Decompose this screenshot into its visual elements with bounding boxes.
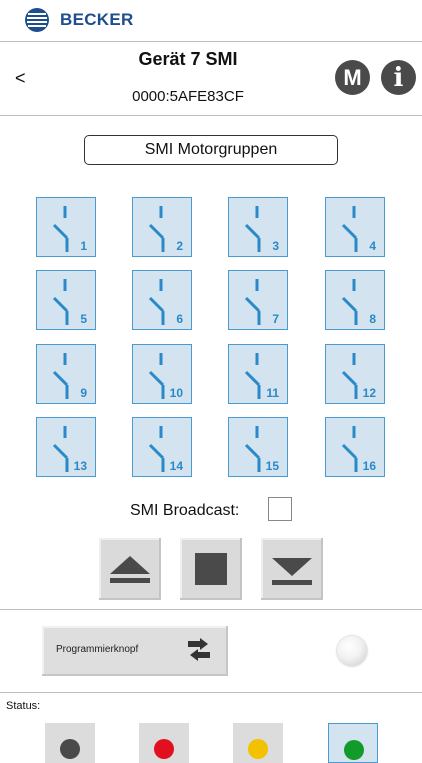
stop-square-icon (195, 553, 227, 585)
device-title: Gerät 7 SMI (138, 49, 238, 69)
switch-open-icon (148, 206, 165, 252)
status-button-green[interactable] (328, 723, 378, 763)
channel-button-5[interactable]: 5 (36, 270, 96, 330)
status-button-yellow[interactable] (233, 723, 283, 763)
divider (0, 692, 422, 693)
status-led-red (154, 739, 174, 759)
channel-number: 3 (272, 239, 279, 253)
channel-number: 16 (362, 459, 376, 473)
channel-button-12[interactable]: 12 (325, 344, 385, 404)
channel-button-16[interactable]: 16 (325, 417, 385, 477)
switch-open-icon (52, 426, 69, 472)
channel-button-15[interactable]: 15 (228, 417, 288, 477)
channel-number: 1 (80, 239, 87, 253)
switch-open-icon (244, 426, 261, 472)
channel-number: 2 (176, 239, 183, 253)
channel-number: 15 (265, 459, 279, 473)
switch-open-icon (244, 353, 261, 399)
program-led (337, 636, 367, 666)
back-button[interactable]: < (15, 68, 26, 89)
switch-open-icon (52, 353, 69, 399)
channel-button-4[interactable]: 4 (325, 197, 385, 257)
switch-open-icon (244, 279, 261, 325)
switch-open-icon (52, 279, 69, 325)
switch-open-icon (148, 426, 165, 472)
switch-open-icon (341, 426, 358, 472)
channel-button-14[interactable]: 14 (132, 417, 192, 477)
status-label: Status: (6, 700, 41, 712)
info-button[interactable]: i (381, 60, 416, 95)
up-button[interactable] (99, 538, 161, 600)
channel-number: 14 (169, 459, 183, 473)
brand-name: BECKER (60, 10, 134, 29)
channel-number: 8 (369, 312, 376, 326)
menu-button[interactable]: M (335, 60, 370, 95)
brand-bar: BECKER (0, 0, 422, 41)
channel-button-7[interactable]: 7 (228, 270, 288, 330)
arrow-down-bar-icon (272, 558, 312, 585)
program-button[interactable]: Programmierknopf (42, 626, 228, 676)
divider (0, 115, 422, 116)
channel-button-13[interactable]: 13 (36, 417, 96, 477)
status-led-dark (60, 739, 80, 759)
channel-button-10[interactable]: 10 (132, 344, 192, 404)
switch-open-icon (244, 206, 261, 252)
divider (0, 41, 422, 42)
channel-button-11[interactable]: 11 (228, 344, 288, 404)
switch-open-icon (341, 279, 358, 325)
switch-open-icon (148, 279, 165, 325)
channel-number: 7 (272, 312, 279, 326)
device-id: 0000:5AFE83CF (132, 88, 244, 105)
status-led-green (344, 740, 364, 760)
channel-number: 11 (266, 386, 279, 400)
broadcast-checkbox[interactable] (268, 497, 292, 521)
channel-number: 13 (73, 459, 87, 473)
switch-open-icon (341, 353, 358, 399)
switch-open-icon (148, 353, 165, 399)
program-button-label: Programmierknopf (56, 644, 139, 655)
channel-number: 9 (80, 386, 87, 400)
channel-number: 4 (369, 239, 376, 253)
channel-button-1[interactable]: 1 (36, 197, 96, 257)
status-button-dark[interactable] (45, 723, 95, 763)
eject-up-icon (110, 556, 150, 583)
channel-button-9[interactable]: 9 (36, 344, 96, 404)
channel-button-2[interactable]: 2 (132, 197, 192, 257)
channel-number: 10 (169, 386, 183, 400)
down-button[interactable] (261, 538, 323, 600)
status-led-yellow (248, 739, 268, 759)
broadcast-label: SMI Broadcast: (130, 502, 240, 519)
becker-logo-icon (24, 7, 50, 33)
group-title-button[interactable]: SMI Motorgruppen (84, 135, 338, 165)
channel-number: 5 (80, 312, 87, 326)
divider (0, 609, 422, 610)
switch-open-icon (52, 206, 69, 252)
switch-open-icon (341, 206, 358, 252)
swap-arrows-icon (180, 638, 218, 669)
channel-number: 6 (176, 312, 183, 326)
channel-number: 12 (362, 386, 376, 400)
channel-button-8[interactable]: 8 (325, 270, 385, 330)
stop-button[interactable] (180, 538, 242, 600)
status-button-red[interactable] (139, 723, 189, 763)
channel-button-6[interactable]: 6 (132, 270, 192, 330)
channel-button-3[interactable]: 3 (228, 197, 288, 257)
